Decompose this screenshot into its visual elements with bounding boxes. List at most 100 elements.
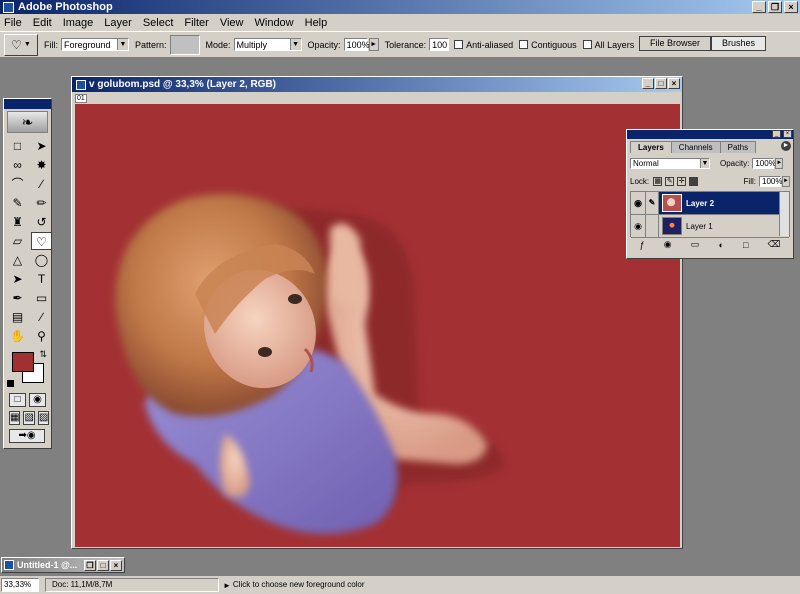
- marquee-tool-icon[interactable]: □: [7, 137, 28, 155]
- swap-colors-icon[interactable]: ⇅: [39, 349, 47, 360]
- palette-minimize-button[interactable]: _: [772, 130, 781, 138]
- close-button[interactable]: ×: [784, 1, 798, 13]
- lock-all-icon[interactable]: [689, 176, 699, 186]
- crop-tool-icon[interactable]: ⌒: [7, 175, 28, 193]
- opacity-input[interactable]: 100%: [343, 38, 370, 51]
- mini-close-button[interactable]: ×: [110, 560, 122, 571]
- layer-opacity-slider-button[interactable]: ►: [775, 157, 784, 169]
- type-tool-icon[interactable]: T: [31, 270, 52, 288]
- pattern-picker[interactable]: [169, 34, 200, 55]
- layer-list-scrollbar[interactable]: [779, 192, 789, 236]
- lock-position-icon[interactable]: ✛: [677, 176, 687, 186]
- zoom-tool-icon[interactable]: ⚲: [31, 327, 52, 345]
- photoshop-app-icon[interactable]: [3, 1, 14, 13]
- doc-size-info[interactable]: Doc: 11,1M/8,7M: [45, 578, 219, 592]
- lock-transparency-icon[interactable]: ▦: [653, 176, 663, 186]
- jump-to-imageready-icon[interactable]: ➡◉: [9, 429, 45, 443]
- layers-palette-title-bar[interactable]: _ ×: [627, 130, 793, 139]
- doc-close-button[interactable]: ×: [668, 78, 680, 89]
- layer-row-layer-1[interactable]: ◉ Layer 1: [631, 215, 789, 238]
- layer-style-icon[interactable]: ƒ: [640, 240, 645, 250]
- notes-tool-icon[interactable]: ▤: [7, 308, 28, 326]
- fill-select[interactable]: Foreground ▼: [61, 38, 129, 51]
- anti-aliased-checkbox[interactable]: [454, 40, 464, 49]
- eraser-tool-icon[interactable]: ▱: [7, 232, 28, 250]
- anti-aliased-option[interactable]: Anti-aliased: [454, 40, 513, 50]
- layer-fill-input[interactable]: 100%: [759, 175, 782, 187]
- menu-edit[interactable]: Edit: [33, 17, 52, 29]
- standard-screen-icon[interactable]: ▦: [9, 411, 21, 425]
- zoom-level-field[interactable]: 33,33%: [1, 578, 39, 592]
- doc-minimize-button[interactable]: _: [642, 78, 654, 89]
- paint-bucket-icon[interactable]: ♡: [31, 232, 52, 250]
- eyedropper-icon[interactable]: ∕: [31, 308, 52, 326]
- mini-maximize-button[interactable]: □: [97, 560, 109, 571]
- brush-link-icon[interactable]: ✎: [646, 192, 659, 214]
- slice-tool-icon[interactable]: ∕: [31, 175, 52, 193]
- brush-tool-icon[interactable]: ✏: [31, 194, 52, 212]
- lasso-tool-icon[interactable]: ∞: [7, 156, 28, 174]
- clone-stamp-icon[interactable]: ♜: [7, 213, 28, 231]
- layer-fill-slider-button[interactable]: ►: [782, 175, 790, 187]
- full-screen-icon[interactable]: ▨: [37, 411, 50, 425]
- hand-tool-icon[interactable]: ✋: [7, 327, 28, 345]
- blend-mode-select[interactable]: Normal ▼: [630, 157, 710, 169]
- link-cell[interactable]: [646, 215, 659, 237]
- trash-icon[interactable]: ⌫: [768, 239, 781, 250]
- healing-brush-icon[interactable]: ✎: [7, 194, 28, 212]
- palette-menu-icon[interactable]: ►: [781, 141, 791, 151]
- file-browser-tab[interactable]: File Browser: [638, 36, 711, 51]
- minimized-document[interactable]: Untitled-1 @... ❐ □ ×: [1, 557, 125, 573]
- default-colors-icon[interactable]: [7, 380, 14, 387]
- menu-image[interactable]: Image: [63, 17, 94, 29]
- shape-tool-icon[interactable]: ▭: [31, 289, 52, 307]
- tab-layers[interactable]: Layers: [630, 141, 672, 153]
- blur-tool-icon[interactable]: △: [7, 251, 28, 269]
- brushes-tab[interactable]: Brushes: [710, 36, 766, 51]
- tab-paths[interactable]: Paths: [719, 141, 757, 153]
- tool-preset-picker[interactable]: ♡ ▼: [4, 33, 38, 56]
- opacity-slider-button[interactable]: ►: [368, 38, 379, 51]
- menu-help[interactable]: Help: [305, 17, 328, 29]
- palette-close-button[interactable]: ×: [783, 130, 792, 138]
- visibility-eye-icon[interactable]: ◉: [631, 215, 646, 237]
- layer-opacity-input[interactable]: 100%: [752, 157, 776, 169]
- path-selection-icon[interactable]: ➤: [7, 270, 28, 288]
- pen-tool-icon[interactable]: ✒: [7, 289, 28, 307]
- restore-button[interactable]: ❐: [768, 1, 782, 13]
- contiguous-option[interactable]: Contiguous: [519, 40, 577, 50]
- layer-set-icon[interactable]: ▭: [691, 239, 700, 250]
- visibility-eye-icon[interactable]: ◉: [631, 192, 646, 214]
- layer-mask-icon[interactable]: ◉: [664, 239, 672, 250]
- toolbox-title-bar[interactable]: [4, 99, 51, 109]
- mini-restore-button[interactable]: ❐: [84, 560, 96, 571]
- ruler-origin[interactable]: 01: [75, 94, 87, 103]
- history-brush-icon[interactable]: ↺: [31, 213, 52, 231]
- tab-channels[interactable]: Channels: [670, 141, 721, 153]
- quick-mask-mode-icon[interactable]: ◉: [29, 393, 46, 407]
- image-canvas[interactable]: [75, 104, 680, 547]
- layer-row-layer-2[interactable]: ◉ ✎ Layer 2: [631, 192, 789, 215]
- move-tool-icon[interactable]: ➤: [31, 137, 52, 155]
- foreground-color-swatch[interactable]: [12, 352, 34, 372]
- menu-layer[interactable]: Layer: [104, 17, 132, 29]
- magic-wand-icon[interactable]: ✸: [31, 156, 52, 174]
- dodge-tool-icon[interactable]: ◯: [31, 251, 52, 269]
- menu-select[interactable]: Select: [143, 17, 174, 29]
- menu-file[interactable]: File: [4, 17, 22, 29]
- menu-filter[interactable]: Filter: [184, 17, 208, 29]
- all-layers-option[interactable]: All Layers: [582, 40, 634, 50]
- mode-select[interactable]: Multiply ▼: [233, 38, 302, 51]
- minimize-button[interactable]: _: [752, 1, 766, 13]
- doc-maximize-button[interactable]: □: [655, 78, 667, 89]
- contiguous-checkbox[interactable]: [519, 40, 529, 49]
- adobe-online-icon[interactable]: ❧: [7, 111, 48, 133]
- new-layer-icon[interactable]: □: [743, 240, 748, 250]
- full-screen-menu-icon[interactable]: ▧: [23, 411, 35, 425]
- tolerance-input[interactable]: 100: [429, 38, 450, 51]
- lock-pixels-icon[interactable]: ✎: [665, 176, 675, 186]
- all-layers-checkbox[interactable]: [582, 40, 592, 49]
- document-title-bar[interactable]: v golubom.psd @ 33,3% (Layer 2, RGB) _ □…: [72, 77, 682, 92]
- menu-window[interactable]: Window: [255, 17, 294, 29]
- adjustment-layer-icon[interactable]: ◐: [718, 240, 723, 250]
